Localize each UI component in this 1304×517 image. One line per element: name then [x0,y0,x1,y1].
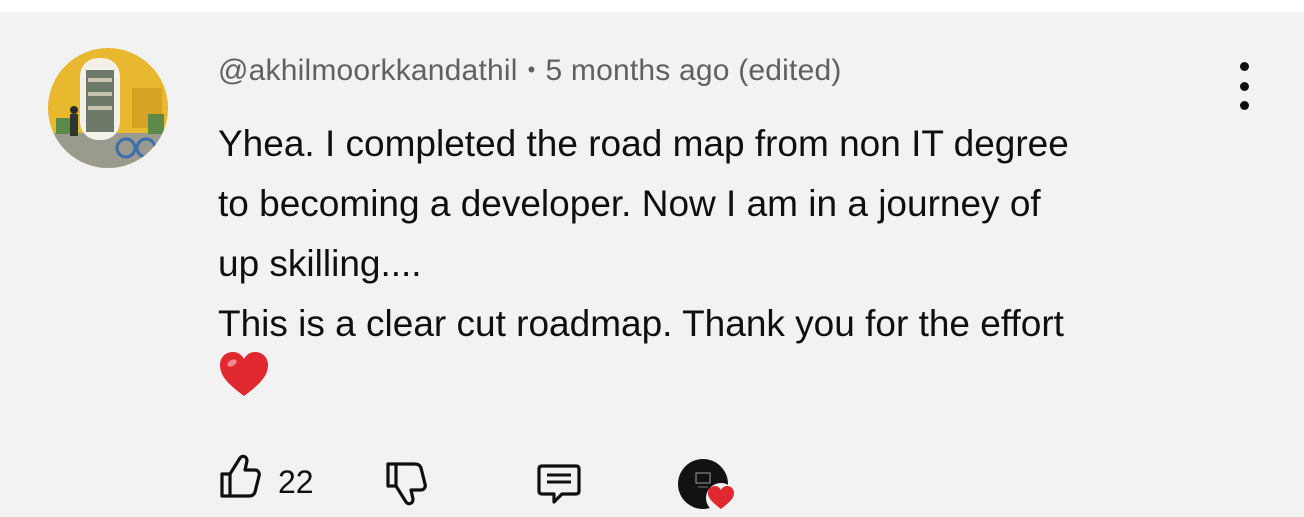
comment-text: Yhea. I completed the road map from non … [218,114,1248,354]
comment-line: This is a clear cut roadmap. Thank you f… [218,303,1064,344]
comment-line: Yhea. I completed the road map from non … [218,123,1069,164]
comment-line: to becoming a developer. Now I am in a j… [218,183,1041,224]
like-count: 22 [278,464,314,500]
comment-line: up skilling.... [218,243,422,284]
comment-time[interactable]: 5 months ago (edited) [546,54,842,87]
thumbs-down-icon[interactable] [384,460,428,508]
comment-icon[interactable] [536,462,582,506]
meta-separator: • [527,57,536,82]
heart-emoji-icon [220,352,268,396]
more-vert-icon[interactable] [1226,62,1262,110]
avatar[interactable] [48,48,168,168]
author-name[interactable]: @akhilmoorkkandathil [218,54,518,87]
comment-meta: @akhilmoorkkandathil • 5 months ago (edite… [218,54,842,88]
thumbs-up-icon[interactable] [218,452,262,500]
avatar-image [48,48,168,168]
creator-heart-icon [706,483,736,513]
comment-panel: @akhilmoorkkandathil • 5 months ago (edite… [0,12,1304,517]
